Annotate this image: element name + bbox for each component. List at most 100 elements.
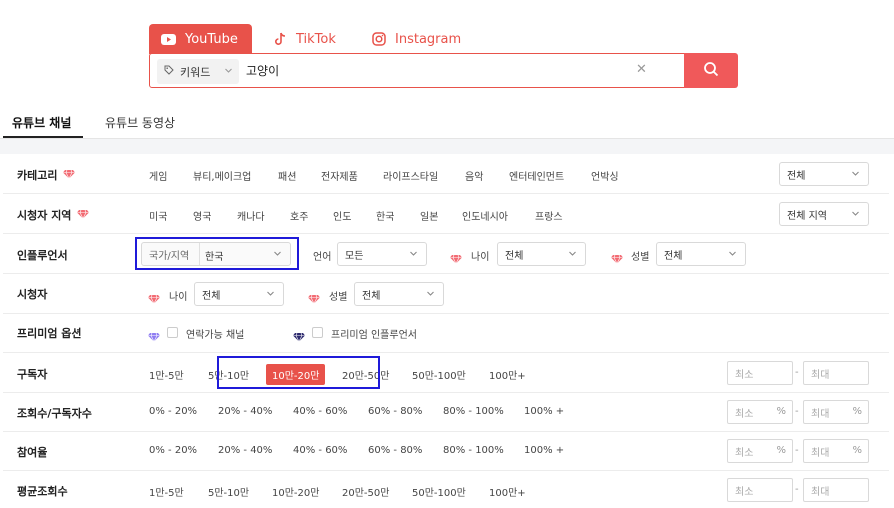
region-option[interactable]: 프랑스 [535,208,563,223]
viewers-label-text: 시청자 [17,288,48,301]
category-option[interactable]: 엔터테인먼트 [509,168,564,183]
avg-views-option[interactable]: 100만+ [489,484,526,499]
tab-youtube[interactable]: YouTube [149,24,252,54]
engagement-option[interactable]: 0% - 20% [149,445,197,456]
engagement-option[interactable]: 80% - 100% [443,445,504,456]
subscribers-option[interactable]: 50만-100만 [412,367,466,382]
gender-label: 성별 [631,252,650,263]
category-option[interactable]: 뷰티,메이크업 [193,168,251,183]
views-ratio-option[interactable]: 80% - 100% [443,406,504,417]
region-select-value: 전체 지역 [787,210,827,222]
premium-gem-icon [308,289,320,308]
avg-views-option[interactable]: 5만-10만 [208,484,249,499]
search-input[interactable]: 고양이 [246,62,279,79]
region-option[interactable]: 한국 [376,208,394,223]
avg-views-option[interactable]: 20만-50만 [342,484,389,499]
avg-views-min-input[interactable]: 최소 [727,478,793,502]
language-value: 모든 [345,250,364,262]
viewer-age-value: 전체 [202,290,221,302]
views-ratio-min-input[interactable]: 최소 % [727,400,793,424]
tab-tiktok[interactable]: TikTok [274,24,336,54]
row-divider [3,431,889,432]
engagement-option[interactable]: 60% - 80% [368,445,422,456]
max-placeholder: 최대 [811,369,830,381]
tab-youtube-channels[interactable]: 유튜브 채널 [12,114,71,131]
subscribers-option[interactable]: 100만+ [489,367,526,382]
tab-youtube-label: YouTube [185,31,238,47]
views-ratio-option[interactable]: 60% - 80% [368,406,422,417]
engagement-max-input[interactable]: 최대 % [803,439,869,463]
region-option[interactable]: 인도 [333,208,351,223]
views-ratio-label-text: 조회수/구독자수 [17,407,92,420]
subscribers-min-input[interactable]: 최소 [727,361,793,385]
views-ratio-max-input[interactable]: 최대 % [803,400,869,424]
tag-icon [164,65,174,78]
percent-unit: % [852,445,862,456]
premium-influencer-checkbox[interactable] [312,327,323,338]
row-divider [3,193,889,194]
category-option[interactable]: 패션 [278,168,296,183]
region-select[interactable]: 전체 지역 [779,202,869,226]
region-option[interactable]: 영국 [193,208,211,223]
subscribers-label: 구독자 [17,366,47,382]
category-option[interactable]: 전자제품 [321,168,358,183]
subscribers-label-text: 구독자 [17,368,48,381]
category-option[interactable]: 라이프스타일 [383,168,438,183]
row-divider [3,352,889,353]
section-band [0,139,894,154]
influencer-gender-select[interactable]: 전체 [656,242,746,266]
youtube-icon [161,33,176,45]
chevron-down-icon [851,209,860,221]
views-ratio-option[interactable]: 20% - 40% [218,406,272,417]
max-placeholder: 최대 [811,408,830,420]
avg-views-option[interactable]: 50만-100만 [412,484,466,499]
clear-icon[interactable]: ✕ [636,62,647,77]
subscribers-option[interactable]: 1만-5만 [149,367,184,382]
category-option[interactable]: 게임 [149,168,167,183]
tab-instagram-label: Instagram [395,31,462,47]
region-option[interactable]: 일본 [420,208,438,223]
viewers-label: 시청자 [17,286,47,302]
category-select[interactable]: 전체 [779,162,869,186]
subscribers-max-input[interactable]: 최대 [803,361,869,385]
region-option[interactable]: 인도네시아 [462,208,508,223]
instagram-icon [372,32,386,46]
avg-views-max-input[interactable]: 최대 [803,478,869,502]
region-option[interactable]: 호주 [290,208,308,223]
search-type-dropdown[interactable]: 키워드 [157,59,239,84]
engagement-min-input[interactable]: 최소 % [727,439,793,463]
category-select-value: 전체 [787,170,806,182]
viewer-age-select[interactable]: 전체 [194,282,284,306]
category-label: 카테고리 [17,167,76,183]
chevron-down-icon [409,249,418,261]
tab-youtube-videos[interactable]: 유튜브 동영상 [105,114,175,131]
engagement-option[interactable]: 100% + [524,445,564,456]
region-option[interactable]: 캐나다 [237,208,265,223]
row-divider [3,313,889,314]
views-ratio-option[interactable]: 0% - 20% [149,406,197,417]
viewer-gender-select[interactable]: 전체 [354,282,444,306]
search-icon [703,61,719,81]
views-ratio-option[interactable]: 40% - 60% [293,406,347,417]
language-select[interactable]: 모든 [337,242,427,266]
views-ratio-label: 조회수/구독자수 [17,405,92,421]
gender-value: 전체 [664,250,683,262]
tab-instagram[interactable]: Instagram [372,24,461,54]
chevron-down-icon [728,249,737,261]
max-placeholder: 최대 [811,447,830,459]
viewer-gender-value: 전체 [362,290,381,302]
search-button[interactable] [684,53,738,88]
influencer-age-select[interactable]: 전체 [497,242,586,266]
category-option[interactable]: 언박싱 [591,168,619,183]
views-ratio-option[interactable]: 100% + [524,406,564,417]
range-dash: - [795,406,799,417]
engagement-option[interactable]: 20% - 40% [218,445,272,456]
contactable-checkbox[interactable] [167,327,178,338]
category-option[interactable]: 음악 [465,168,483,183]
region-option[interactable]: 미국 [149,208,167,223]
engagement-option[interactable]: 40% - 60% [293,445,347,456]
avg-views-option[interactable]: 10만-20만 [272,484,319,499]
avg-views-option[interactable]: 1만-5만 [149,484,184,499]
viewer-age-label: 나이 [169,292,188,303]
premium-gem-icon [77,209,90,222]
